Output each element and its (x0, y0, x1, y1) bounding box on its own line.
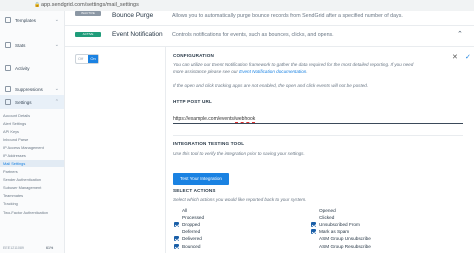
configuration-text-1: You can utilize our Event Notification f… (173, 62, 414, 67)
configuration-heading: CONFIGURATION (173, 53, 215, 58)
sidebar-item-label: Suppressions (15, 87, 43, 92)
chevron-down-icon: ⌄ (54, 86, 59, 92)
save-check-icon[interactable]: ✓ (465, 53, 471, 61)
sidebar-item-settings[interactable]: Settings ⌃ (0, 95, 64, 109)
configuration-text-2-suffix: . (306, 69, 308, 74)
status-badge: ACTIVE (75, 32, 101, 37)
action-opened[interactable]: Opened (319, 208, 336, 213)
chevron-up-icon: ⌃ (54, 99, 59, 105)
action-bounced[interactable]: Bounced (182, 244, 201, 249)
activity-icon (5, 65, 11, 71)
action-processed[interactable]: Processed (182, 215, 204, 220)
sidebar-subitem-tracking[interactable]: Tracking (3, 201, 18, 206)
setting-row-event-notification[interactable]: ACTIVE Event Notification Controls notif… (65, 26, 474, 47)
configuration-text-3: If the open and click tracking apps are … (173, 83, 369, 88)
action-asm-group-resubscribe[interactable]: ASM Group Resubscribe (319, 244, 371, 249)
action-asm-group-unsubscribe[interactable]: ASM Group Unsubscribe (319, 236, 371, 241)
checkbox-dropped[interactable] (174, 222, 179, 227)
settings-panel (165, 46, 468, 253)
sidebar-subitem-api-keys[interactable]: API Keys (3, 129, 19, 134)
action-clicked[interactable]: Clicked (319, 215, 334, 220)
cancel-icon[interactable]: ✕ (452, 53, 458, 61)
checkbox-bounced[interactable] (174, 244, 179, 249)
account-id: EEE1211089 (3, 246, 24, 250)
configuration-text-2-prefix: more assistance please see our (173, 69, 240, 74)
divider (173, 135, 463, 136)
integration-testing-text: Use this tool to verify the integration … (173, 151, 305, 156)
sidebar-item-label: Templates (15, 18, 36, 23)
action-unsubscribed-from[interactable]: Unsubscribed From (319, 222, 360, 227)
sidebar-subitem-mail-settings[interactable]: Mail Settings (0, 160, 64, 167)
sidebar: Templates ⌄ Stats ⌄ Activity Suppression… (0, 11, 65, 253)
sidebar-subitem-two-factor-authentication[interactable]: Two-Factor Authentication (3, 209, 59, 216)
gear-icon (5, 99, 11, 105)
sidebar-subitem-ip-access-management[interactable]: IP Access Management (3, 145, 44, 150)
sidebar-subitem-inbound-parse[interactable]: Inbound Parse (3, 137, 28, 142)
setting-row-bounce-purge[interactable]: INACTIVE Bounce Purge Allows you to auto… (65, 11, 474, 26)
toggle-on-label: On (88, 55, 98, 63)
sidebar-subitem-sender-authentication[interactable]: Sender Authentication (3, 177, 41, 182)
sidebar-item-label: Stats (15, 43, 26, 48)
sidebar-item-suppressions[interactable]: Suppressions ⌄ (0, 82, 64, 96)
http-post-url-input[interactable]: https://example.com/events/webhook (173, 115, 463, 124)
sidebar-subitem-alert-settings[interactable]: Alert Settings (3, 121, 26, 126)
sidebar-subitem-subuser-management[interactable]: Subuser Management (3, 185, 41, 190)
setting-title: Event Notification (112, 31, 163, 38)
chevron-down-icon: ⌄ (54, 42, 59, 48)
sidebar-item-label: Settings (15, 100, 32, 105)
action-dropped[interactable]: Dropped (182, 222, 200, 227)
action-deferred[interactable]: Deferred (182, 229, 200, 234)
main-content: INACTIVE Bounce Purge Allows you to auto… (65, 11, 474, 253)
url-text[interactable]: app.sendgrid.com/settings/mail_settings (41, 2, 139, 8)
setting-description: Controls notifications for events, such … (172, 32, 334, 38)
lock-icon: 🔒 (34, 2, 41, 8)
checkbox-unsubscribed-from[interactable] (311, 222, 316, 227)
templates-icon (5, 17, 11, 23)
usage-percent: 61% (46, 246, 54, 250)
action-all[interactable]: All (182, 208, 187, 213)
action-delivered[interactable]: Delivered (182, 236, 202, 241)
checkbox-mark-as-spam[interactable] (311, 229, 316, 234)
collapse-chevron-icon[interactable]: ⌃ (457, 30, 463, 38)
sidebar-subitem-partners[interactable]: Partners (3, 169, 18, 174)
event-notification-toggle[interactable]: Off On (75, 54, 99, 64)
http-post-url-value: https://example.com/events/ (173, 116, 236, 122)
sidebar-subitem-account-details[interactable]: Account Details (3, 113, 30, 118)
select-actions-heading: SELECT ACTIONS (173, 188, 216, 193)
setting-title: Bounce Purge (112, 12, 154, 19)
chevron-down-icon: ⌄ (54, 17, 59, 23)
sidebar-subitem-teammates[interactable]: Teammates (3, 193, 23, 198)
action-mark-as-spam[interactable]: Mark as Spam (319, 229, 349, 234)
suppressions-icon (5, 86, 11, 92)
event-notification-doc-link[interactable]: Event Notification documentation (239, 69, 306, 74)
sidebar-item-templates[interactable]: Templates ⌄ (0, 13, 64, 27)
toggle-off-label: Off (78, 56, 84, 61)
sidebar-item-label: Activity (15, 66, 30, 71)
sidebar-subitem-ip-addresses[interactable]: IP Addresses (3, 153, 26, 158)
status-badge: INACTIVE (75, 11, 101, 16)
test-integration-button[interactable]: Test Your Integration (173, 173, 229, 185)
http-post-url-typed: webhook (235, 116, 256, 123)
stats-icon (5, 42, 11, 48)
sidebar-item-activity[interactable]: Activity (0, 61, 64, 75)
checkbox-delivered[interactable] (174, 236, 179, 241)
integration-testing-heading: INTEGRATION TESTING TOOL (173, 141, 245, 146)
http-post-url-label: HTTP POST URL (173, 99, 213, 104)
setting-description: Allows you to automatically purge bounce… (172, 13, 403, 19)
configuration-text-2: more assistance please see our Event Not… (173, 69, 308, 74)
sidebar-item-stats[interactable]: Stats ⌄ (0, 38, 64, 52)
select-actions-text: Select which actions you would like repo… (173, 197, 307, 202)
